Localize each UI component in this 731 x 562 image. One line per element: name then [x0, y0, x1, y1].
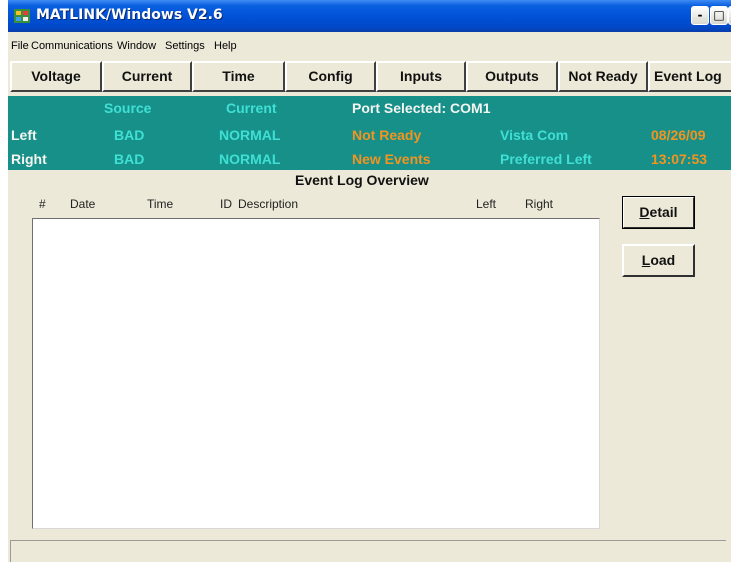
detail-hotkey: D [639, 204, 650, 220]
column-header-left: Left [476, 197, 497, 211]
config-button[interactable]: Config [285, 61, 376, 92]
column-header-id: ID [220, 197, 232, 211]
time-button[interactable]: Time [192, 61, 285, 92]
menu-file[interactable]: File [11, 40, 29, 52]
menu-communications[interactable]: Communications [31, 40, 113, 52]
time-display: 13:07:53 [651, 151, 708, 167]
title-bar[interactable]: MATLINK/Windows V2.6 - □ x [8, 0, 731, 32]
column-header-date: Date [70, 197, 96, 211]
column-header-number: # [39, 197, 46, 211]
column-header-description: Description [238, 197, 299, 211]
left-ready-status: Not Ready [352, 127, 422, 143]
current-header: Current [226, 100, 277, 116]
menu-help[interactable]: Help [214, 40, 237, 52]
column-header-time: Time [147, 197, 174, 211]
voltage-button[interactable]: Voltage [10, 61, 102, 92]
left-current-status: NORMAL [219, 127, 281, 143]
status-panel: Source Current Port Selected: COM1 Left … [8, 96, 731, 170]
right-info: Preferred Left [500, 151, 592, 167]
load-button[interactable]: Load [622, 244, 695, 277]
port-selected: Port Selected: COM1 [352, 100, 491, 116]
column-header-right: Right [525, 197, 554, 211]
detail-button[interactable]: Detail [622, 196, 695, 229]
right-label: Right [11, 151, 47, 167]
left-label: Left [11, 127, 37, 143]
left-info: Vista Com [500, 127, 569, 143]
minimize-button[interactable]: - [691, 6, 709, 25]
outputs-button[interactable]: Outputs [466, 61, 558, 92]
load-label: oad [650, 252, 676, 268]
menu-bar: File Communications Window Settings Help [8, 37, 731, 57]
right-current-status: NORMAL [219, 151, 281, 167]
app-window: MATLINK/Windows V2.6 - □ x File Communic… [8, 0, 731, 562]
not-ready-button[interactable]: Not Ready [558, 61, 648, 92]
app-icon [14, 9, 30, 23]
date-display: 08/26/09 [651, 127, 706, 143]
detail-label: etail [649, 204, 678, 220]
current-button[interactable]: Current [102, 61, 192, 92]
window-title: MATLINK/Windows V2.6 [36, 7, 223, 23]
right-source-status: BAD [114, 151, 145, 167]
event-log-button[interactable]: Event Log [648, 61, 731, 92]
menu-settings[interactable]: Settings [165, 40, 205, 52]
source-header: Source [104, 100, 152, 116]
status-bar [10, 540, 726, 562]
inputs-button[interactable]: Inputs [376, 61, 466, 92]
event-log-title: Event Log Overview [295, 172, 429, 188]
right-events-status: New Events [352, 151, 431, 167]
maximize-button[interactable]: □ [710, 6, 728, 25]
toolbar: Voltage Current Time Config Inputs Outpu… [8, 61, 731, 93]
event-log-list[interactable] [32, 218, 600, 529]
menu-window[interactable]: Window [117, 40, 156, 52]
left-source-status: BAD [114, 127, 145, 143]
